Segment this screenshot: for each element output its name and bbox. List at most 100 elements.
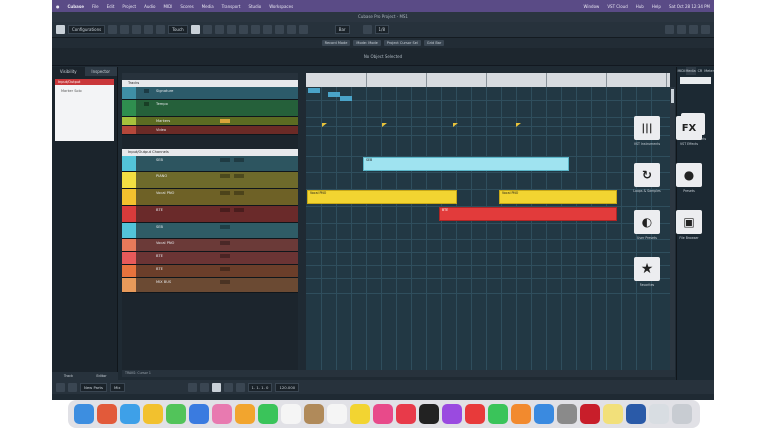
event-display[interactable]: SEB Vocal PNO Vocal PNO BTE	[306, 87, 670, 370]
xcode-icon[interactable]	[626, 404, 646, 424]
menu-midi[interactable]: MIDI	[159, 4, 176, 9]
record-mode-button[interactable]: Record Mode	[321, 40, 351, 46]
signature-event[interactable]	[308, 88, 320, 93]
track-control[interactable]	[220, 174, 230, 178]
photos-icon[interactable]	[235, 404, 255, 424]
rewind-button[interactable]	[187, 382, 197, 392]
glue-tool[interactable]	[226, 25, 236, 34]
play-tool[interactable]	[286, 25, 296, 34]
scroll-thumb[interactable]	[671, 89, 674, 103]
grid-bar-button[interactable]: Grid Bar	[423, 40, 445, 46]
tab-meter[interactable]: Meter	[704, 67, 714, 75]
vocal-pno-event-1[interactable]: Vocal PNO	[307, 190, 457, 204]
track-control[interactable]	[220, 267, 230, 271]
media-item-favorites[interactable]: ★ Favorites	[630, 257, 664, 287]
menu-project[interactable]: Project	[118, 4, 140, 9]
numbers-icon[interactable]	[488, 404, 508, 424]
track-seb[interactable]: SEB	[122, 156, 298, 172]
tab-media[interactable]: Media	[685, 67, 696, 75]
stop-button[interactable]	[223, 382, 233, 392]
menu-transport[interactable]: Transport	[218, 4, 245, 9]
tab-cr[interactable]: CR	[696, 67, 705, 75]
track-video[interactable]: Video	[122, 126, 298, 135]
messages-icon[interactable]	[166, 404, 186, 424]
stickies-icon[interactable]	[603, 404, 623, 424]
media-item-loops-samples[interactable]: ↻ Loops & Samples	[630, 163, 664, 193]
record-button[interactable]	[235, 382, 245, 392]
system-settings-icon[interactable]	[557, 404, 577, 424]
toolbar-right-4[interactable]	[701, 25, 710, 34]
track-control[interactable]	[220, 280, 230, 284]
bte-event[interactable]: BTE	[439, 207, 617, 221]
track-vocal-pno[interactable]: Vocal PNO	[122, 189, 298, 206]
menu-window[interactable]: Window	[580, 4, 604, 9]
toolbar-button-5[interactable]	[156, 25, 166, 34]
erase-tool[interactable]	[238, 25, 248, 34]
track-control[interactable]	[220, 119, 230, 123]
status-button[interactable]	[56, 382, 65, 392]
tv-icon[interactable]	[419, 404, 439, 424]
menu-file[interactable]: File	[88, 4, 103, 9]
news-icon[interactable]	[465, 404, 485, 424]
pages-icon[interactable]	[511, 404, 531, 424]
podcasts-icon[interactable]	[442, 404, 462, 424]
mode-button[interactable]: Mode: Mode	[353, 40, 381, 46]
toolbar-button-2[interactable]	[120, 25, 130, 34]
toolbar-right-2[interactable]	[677, 25, 686, 34]
tab-track[interactable]: Track	[52, 372, 85, 380]
position-display[interactable]: 1. 1. 1. 0	[247, 382, 273, 392]
channel-mix-bus[interactable]: MIX BUS	[122, 278, 298, 293]
chrome-icon[interactable]	[143, 404, 163, 424]
track-control[interactable]	[220, 254, 230, 258]
media-item-presets[interactable]: ● Presets	[672, 163, 706, 193]
menu-studio[interactable]: Studio	[244, 4, 265, 9]
toolbar-right-3[interactable]	[689, 25, 698, 34]
toolbar-button-1[interactable]	[108, 25, 118, 34]
facetime-icon[interactable]	[258, 404, 278, 424]
media-item-vst-effects[interactable]: FX VST Effects	[672, 116, 706, 146]
track-tempo[interactable]: Tempo	[122, 100, 298, 117]
seb-event[interactable]: SEB	[363, 157, 569, 171]
marker-flag[interactable]	[322, 123, 327, 127]
media-item-vst-instruments[interactable]: ||| VST Instruments	[630, 116, 664, 146]
channel-bte-2[interactable]: BTE	[122, 265, 298, 278]
tempo-display[interactable]: 120.000	[275, 382, 300, 392]
menu-hub[interactable]: Hub	[632, 4, 648, 9]
menu-audio[interactable]: Audio	[140, 4, 159, 9]
downloads-icon[interactable]	[649, 404, 669, 424]
configurations-select[interactable]: Configurations	[68, 25, 106, 34]
apple-icon[interactable]: ●	[52, 4, 64, 9]
folder-io-channels[interactable]: Input/Output Channels	[122, 149, 298, 156]
channel-seb[interactable]: SEB	[122, 223, 298, 239]
forward-button[interactable]	[199, 382, 209, 392]
calendar-icon[interactable]	[281, 404, 301, 424]
grid-type-select[interactable]: Bar	[334, 25, 350, 34]
track-control[interactable]	[234, 174, 244, 178]
media-item-file-browser[interactable]: ▣ File Browser	[672, 210, 706, 240]
launchpad-icon[interactable]	[97, 404, 117, 424]
vocal-pno-event-2[interactable]: Vocal PNO	[499, 190, 617, 204]
media-item-user-presets[interactable]: ◐ User Presets	[630, 210, 664, 240]
marker-flag[interactable]	[453, 123, 458, 127]
finder-icon[interactable]	[74, 404, 94, 424]
folder-tracks[interactable]: Tracks	[122, 80, 298, 87]
track-control[interactable]	[234, 208, 244, 212]
trash-icon[interactable]	[672, 404, 692, 424]
track-piano[interactable]: PIANO	[122, 172, 298, 189]
music-icon[interactable]	[396, 404, 416, 424]
touch-mode-select[interactable]: Touch	[168, 25, 188, 34]
app-store-icon[interactable]	[534, 404, 554, 424]
mix-select[interactable]: Mix	[109, 382, 125, 392]
project-cursor-button[interactable]: Project Cursor Sel	[383, 40, 421, 46]
maps-icon[interactable]	[212, 404, 232, 424]
split-tool[interactable]	[214, 25, 224, 34]
marker-flag[interactable]	[382, 123, 387, 127]
channel-vocal-pno[interactable]: Vocal PNO	[122, 239, 298, 252]
tab-inspector[interactable]: Inspector	[84, 67, 117, 76]
track-control[interactable]	[220, 158, 230, 162]
track-control[interactable]	[220, 208, 230, 212]
cubase-icon[interactable]	[580, 404, 600, 424]
activate-project-button[interactable]	[56, 25, 65, 34]
signature-event[interactable]	[340, 96, 352, 101]
toolbar-right-1[interactable]	[665, 25, 674, 34]
